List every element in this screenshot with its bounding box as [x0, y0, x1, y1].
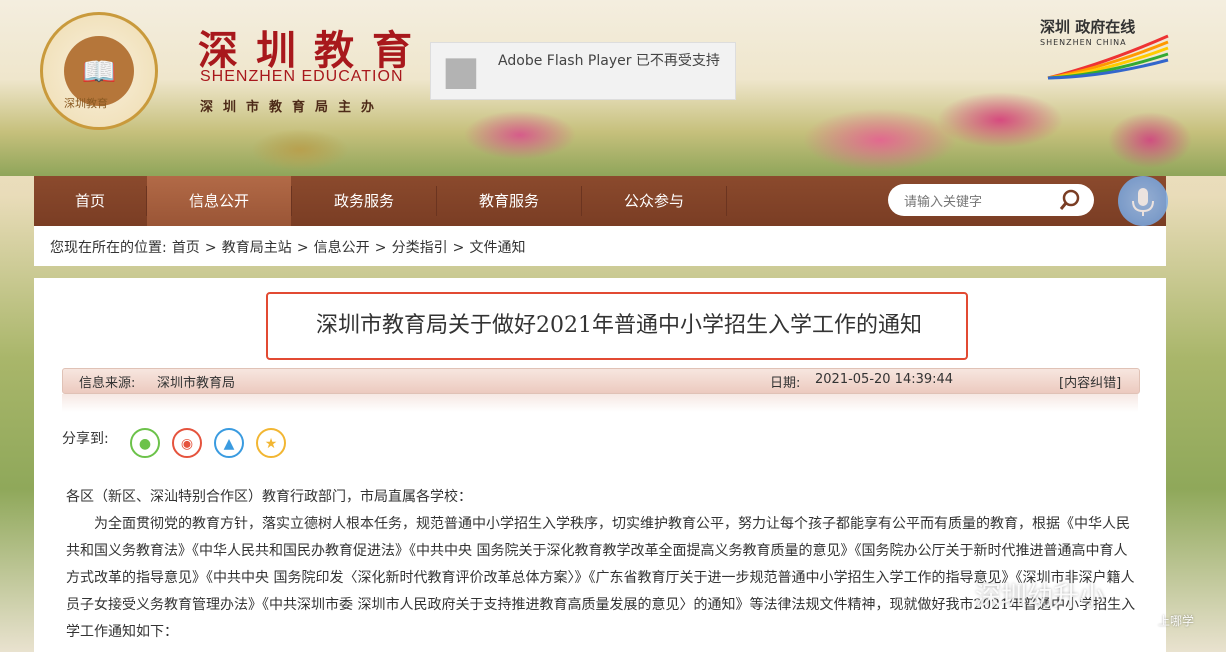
nav-item-gov-services[interactable]: 政务服务 — [292, 176, 436, 226]
article-meta-bar: 信息来源: 深圳市教育局 日期: 2021-05-20 14:39:44 [内容… — [62, 368, 1140, 394]
breadcrumb-separator: > — [374, 240, 387, 256]
flash-plugin-placeholder: ■ Adobe Flash Player 已不再受支持 — [430, 42, 736, 100]
article-title-highlight: 深圳市教育局关于做好2021年普通中小学招生入学工作的通知 — [266, 292, 968, 360]
report-error-link[interactable]: [内容纠错] — [1059, 372, 1121, 391]
nav-item-public-participation[interactable]: 公众参与 — [582, 176, 726, 226]
gov-logo-text: 深圳 政府在线 — [1040, 18, 1136, 36]
site-header: 📖 深圳教育 深圳教育 SHENZHEN EDUCATION 深圳市教育局主办 … — [0, 0, 1226, 176]
breadcrumb-separator: > — [452, 240, 465, 256]
breadcrumb: 您现在所在的位置: 首页 > 教育局主站 > 信息公开 > 分类指引 > 文件通… — [34, 226, 1166, 266]
flash-message: Adobe Flash Player 已不再受支持 — [498, 53, 720, 69]
qq-icon[interactable]: ▲ — [214, 428, 244, 458]
gov-logo-text-en: SHENZHEN CHINA — [1040, 38, 1127, 47]
date-label: 日期: — [770, 376, 801, 391]
watermark-subtext: 上哪学 — [1158, 614, 1195, 628]
nav-item-info-disclosure[interactable]: 信息公开 — [147, 176, 291, 226]
shenzhen-gov-logo[interactable]: 深圳 政府在线 SHENZHEN CHINA — [1040, 16, 1170, 80]
search-input[interactable] — [902, 190, 1056, 212]
site-subtitle: 深圳市教育局主办 — [200, 100, 385, 115]
article-salutation: 各区（新区、深汕特别合作区）教育行政部门，市局直属各学校： — [66, 489, 472, 505]
breadcrumb-item-notices[interactable]: 文件通知 — [470, 240, 526, 256]
wechat-icon[interactable]: ● — [130, 428, 160, 458]
share-label: 分享到: — [62, 431, 109, 447]
logo-caption: 深圳教育 — [64, 97, 108, 110]
weibo-icon[interactable]: ◉ — [172, 428, 202, 458]
date-value: 2021-05-20 14:39:44 — [815, 372, 954, 387]
nav-divider — [726, 186, 727, 216]
site-logo[interactable]: 📖 — [40, 12, 158, 130]
breadcrumb-item-category[interactable]: 分类指引 — [392, 240, 448, 256]
breadcrumb-item-home[interactable]: 首页 — [172, 240, 200, 256]
article-body: 各区（新区、深汕特别合作区）教育行政部门，市局直属各学校： 为全面贯彻党的教育方… — [66, 484, 1138, 646]
source-value: 深圳市教育局 — [157, 376, 236, 391]
breadcrumb-separator: > — [296, 240, 309, 256]
breadcrumb-prefix: 您现在所在的位置: — [50, 240, 167, 256]
meta-divider — [62, 394, 1138, 412]
site-title-en: SHENZHEN EDUCATION — [200, 68, 404, 85]
watermark-text: 深圳幼升小 — [975, 582, 1106, 612]
microphone-icon — [1132, 188, 1154, 216]
nav-item-edu-services[interactable]: 教育服务 — [437, 176, 581, 226]
voice-search-button[interactable] — [1118, 176, 1168, 226]
breadcrumb-item-main-site[interactable]: 教育局主站 — [222, 240, 292, 256]
article-title: 深圳市教育局关于做好2021年普通中小学招生入学工作的通知 — [316, 313, 922, 338]
breadcrumb-separator: > — [204, 240, 217, 256]
puzzle-icon: ■ — [442, 48, 480, 94]
search-box — [888, 184, 1094, 216]
qzone-icon[interactable]: ★ — [256, 428, 286, 458]
nav-item-home[interactable]: 首页 — [34, 176, 146, 226]
source-label: 信息来源: — [79, 376, 136, 391]
search-icon[interactable] — [1058, 188, 1084, 212]
breadcrumb-item-info-disclosure[interactable]: 信息公开 — [314, 240, 370, 256]
